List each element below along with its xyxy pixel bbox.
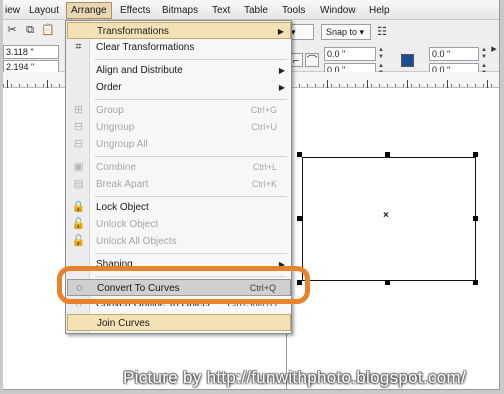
menu-item-label: Combine — [96, 162, 137, 173]
menu-item-ungroup-all[interactable]: ⊟ Ungroup All — [67, 136, 291, 153]
menu-effects[interactable]: Effects — [116, 3, 154, 18]
menu-item-label: Clear Transformations — [96, 42, 195, 53]
menu-item-join-curves[interactable]: Join Curves — [67, 314, 291, 331]
menu-separator — [95, 156, 287, 157]
resize-handle[interactable] — [473, 280, 478, 285]
menu-item-shortcut: Ctrl+G — [250, 105, 277, 115]
selected-rectangle[interactable] — [302, 157, 476, 281]
group-icon: ⊞ — [73, 104, 84, 116]
menu-item-unlock-all-objects[interactable]: 🔓 Unlock All Objects — [67, 233, 291, 250]
submenu-arrow-icon: ▶ — [277, 27, 284, 36]
center-marker-icon: × — [383, 210, 389, 221]
menu-item-lock-object[interactable]: 🔒 Lock Object — [67, 199, 291, 216]
menu-item-order[interactable]: Order ▶ — [67, 79, 291, 96]
menu-separator — [95, 99, 287, 100]
menu-help[interactable]: Help — [365, 3, 394, 18]
corner-scallop-icon[interactable]: ⌒ — [305, 53, 319, 67]
snap-to-dropdown[interactable]: Snap to ▾ — [321, 24, 371, 40]
menu-item-shortcut: Ctrl+L — [252, 162, 277, 172]
submenu-arrow-icon: ▶ — [278, 83, 285, 92]
menu-item-break-apart[interactable]: ▤ Break Apart Ctrl+K — [67, 176, 291, 193]
unlock-icon: 🔓 — [71, 218, 86, 230]
lock-ratio-icon[interactable] — [401, 54, 414, 67]
menu-separator — [95, 196, 287, 197]
scroll-icon[interactable]: ▸ — [487, 42, 499, 56]
copy-icon[interactable]: ⧉ — [23, 23, 37, 37]
snap-to-label: Snap to — [326, 27, 358, 37]
resize-handle[interactable] — [473, 216, 478, 221]
menu-separator — [95, 253, 287, 254]
application-window: iew Layout Arrange Effects Bitmaps Text … — [3, 0, 500, 390]
menu-tools[interactable]: Tools — [278, 3, 309, 18]
menu-item-shortcut: Ctrl+K — [251, 179, 277, 189]
break-apart-icon: ▤ — [73, 178, 84, 190]
watermark: Picture by http://funwithphoto.blogspot.… — [123, 368, 466, 387]
menu-item-ungroup[interactable]: ⊟ Ungroup Ctrl+U — [67, 119, 291, 136]
menu-item-shortcut: Ctrl+U — [251, 122, 277, 132]
menu-layout[interactable]: Layout — [25, 3, 63, 18]
menu-bitmaps[interactable]: Bitmaps — [158, 3, 202, 18]
menu-item-label: Unlock All Objects — [96, 236, 177, 247]
menu-item-label: Order — [96, 82, 122, 93]
resize-handle[interactable] — [385, 280, 390, 285]
submenu-arrow-icon: ▶ — [278, 66, 285, 75]
clear-transform-icon: ⌗ — [75, 41, 82, 53]
menu-item-label: Lock Object — [96, 202, 149, 213]
ungroup-icon: ⊟ — [73, 121, 84, 133]
menu-item-group[interactable]: ⊞ Group Ctrl+G — [67, 102, 291, 119]
menu-text[interactable]: Text — [208, 3, 234, 18]
combine-icon: ▣ — [73, 161, 84, 173]
options-icon[interactable]: ☷ — [375, 25, 389, 39]
x-position-field[interactable]: 3.118 " — [3, 45, 59, 59]
spinner-icon[interactable]: ▲▼ — [377, 47, 385, 61]
resize-handle[interactable] — [297, 152, 302, 157]
ungroup-all-icon: ⊟ — [73, 138, 84, 150]
paste-icon[interactable]: 📋 — [41, 23, 55, 37]
menu-item-label: Ungroup — [96, 122, 135, 133]
menu-item-clear-transformations[interactable]: ⌗ Clear Transformations — [67, 39, 291, 56]
menu-item-unlock-object[interactable]: 🔓 Unlock Object — [67, 216, 291, 233]
resize-handle[interactable] — [385, 152, 390, 157]
cut-icon[interactable]: ✂ — [5, 23, 19, 37]
highlight-annotation — [57, 266, 310, 304]
corner-top-left-field[interactable]: 0.0 " — [324, 47, 376, 61]
menu-separator — [95, 59, 287, 60]
menu-arrange[interactable]: Arrange — [66, 2, 112, 19]
menu-window[interactable]: Window — [316, 3, 360, 18]
menu-item-label: Join Curves — [97, 318, 150, 329]
menu-item-label: Unlock Object — [96, 219, 159, 230]
resize-handle[interactable] — [473, 152, 478, 157]
menu-item-align-distribute[interactable]: Align and Distribute ▶ — [67, 62, 291, 79]
menu-view[interactable]: iew — [3, 3, 24, 18]
menu-item-label: Group — [96, 105, 124, 116]
menu-item-label: Align and Distribute — [96, 65, 183, 76]
resize-handle[interactable] — [297, 216, 302, 221]
menu-item-label: Transformations — [97, 26, 169, 37]
menu-item-transformations[interactable]: Transformations ▶ — [67, 22, 291, 39]
lock-icon: 🔒 — [71, 201, 86, 213]
corner-top-right-field[interactable]: 0.0 " — [429, 47, 479, 61]
menu-item-combine[interactable]: ▣ Combine Ctrl+L — [67, 159, 291, 176]
menu-item-label: Ungroup All — [96, 139, 148, 150]
menu-bar: iew Layout Arrange Effects Bitmaps Text … — [3, 0, 499, 20]
unlock-all-icon: 🔓 — [71, 235, 86, 247]
menu-table[interactable]: Table — [240, 3, 272, 18]
menu-item-label: Break Apart — [96, 179, 149, 190]
